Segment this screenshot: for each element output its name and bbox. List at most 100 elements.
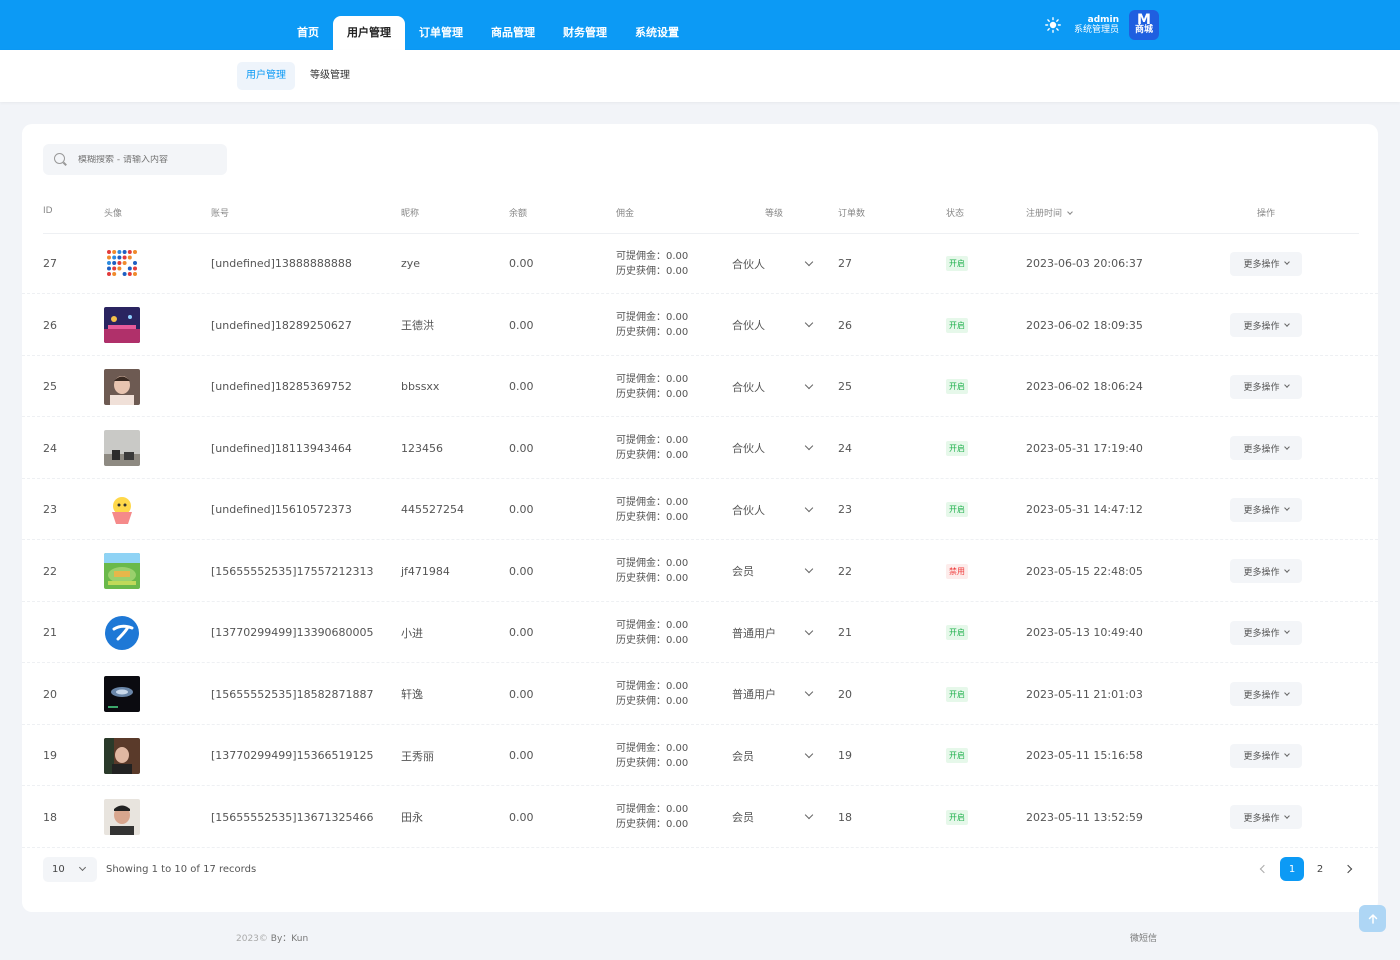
level-value: 普通用户 bbox=[732, 626, 776, 640]
history-value: 0.00 bbox=[666, 327, 689, 338]
status-badge[interactable]: 禁用 bbox=[946, 563, 968, 579]
app-logo[interactable]: M 商城 bbox=[1129, 10, 1160, 40]
row-nickname: 王秀丽 bbox=[401, 749, 434, 763]
withdrawable-value: 0.00 bbox=[666, 619, 689, 631]
avatar[interactable] bbox=[104, 664, 140, 725]
more-actions-label: 更多操作 bbox=[1243, 506, 1280, 516]
more-actions-label: 更多操作 bbox=[1243, 690, 1280, 701]
subtab-0[interactable]: 用户管理 bbox=[237, 62, 295, 90]
page-button-1[interactable]: 1 bbox=[1280, 857, 1304, 881]
nav-item-3[interactable]: 商品管理 bbox=[477, 16, 549, 50]
more-actions-button[interactable]: 更多操作 bbox=[1230, 374, 1302, 399]
status-badge[interactable]: 开启 bbox=[946, 809, 968, 825]
avatar[interactable] bbox=[104, 418, 140, 479]
table-row: 23 [undefined]15610572373 445527254 0.00 可提佣… bbox=[22, 479, 1378, 540]
row-balance: 0.00 bbox=[509, 257, 534, 270]
back-to-top-button[interactable] bbox=[1359, 905, 1386, 932]
status-badge[interactable]: 开启 bbox=[946, 502, 968, 517]
user-table-card: ID 头像 账号 昵称 余额 佣金 等级 订单数 状态 注册时间 操作 27 [u… bbox=[22, 124, 1378, 912]
nav-item-1[interactable]: 用户管理 bbox=[333, 16, 405, 50]
next-page-button[interactable] bbox=[1336, 857, 1360, 881]
row-id: 27 bbox=[43, 257, 57, 270]
user-info[interactable]: admin 系统管理员 bbox=[1074, 15, 1119, 35]
history-commission: 历史获佣：0.00 bbox=[616, 264, 688, 279]
status-badge[interactable]: 开启 bbox=[946, 379, 968, 394]
row-commission: 可提佣金：0.00 历史获佣：0.00 bbox=[616, 664, 688, 725]
level-select[interactable]: 合伙人 bbox=[732, 356, 814, 417]
arrow-up-icon bbox=[1368, 913, 1377, 924]
row-id: 24 bbox=[43, 441, 57, 455]
level-value: 合伙人 bbox=[732, 257, 765, 271]
more-actions-button[interactable]: 更多操作 bbox=[1230, 313, 1302, 337]
subtab-1[interactable]: 等级管理 bbox=[301, 62, 359, 90]
sort-chevron-icon bbox=[1067, 209, 1073, 215]
page-button-2[interactable]: 2 bbox=[1308, 857, 1332, 881]
theme-toggle-sun-icon[interactable] bbox=[1044, 16, 1062, 34]
status-badge[interactable]: 开启 bbox=[946, 256, 968, 271]
level-select[interactable]: 合伙人 bbox=[732, 479, 814, 540]
more-actions-label: 更多操作 bbox=[1243, 321, 1280, 332]
row-regtime: 2023-05-15 22:48:05 bbox=[1026, 564, 1143, 578]
row-nickname: zye bbox=[401, 257, 421, 270]
row-nickname: 445527254 bbox=[401, 503, 464, 516]
more-actions-button[interactable]: 更多操作 bbox=[1230, 682, 1302, 706]
avatar[interactable] bbox=[104, 479, 140, 540]
status-badge[interactable]: 开启 bbox=[946, 748, 968, 763]
page-size-select[interactable]: 10 bbox=[43, 857, 97, 882]
more-actions-button[interactable]: 更多操作 bbox=[1230, 620, 1302, 645]
status-badge[interactable]: 开启 bbox=[946, 317, 968, 333]
level-select[interactable]: 合伙人 bbox=[732, 295, 814, 356]
table-header: ID 头像 账号 昵称 余额 佣金 等级 订单数 状态 注册时间 操作 bbox=[22, 206, 1378, 224]
withdrawable-label: 可提佣金： bbox=[616, 496, 666, 508]
status-badge[interactable]: 开启 bbox=[946, 440, 968, 456]
level-select[interactable]: 会员 bbox=[732, 541, 814, 602]
row-commission: 可提佣金：0.00 历史获佣：0.00 bbox=[616, 541, 688, 602]
level-select[interactable]: 会员 bbox=[732, 787, 814, 848]
history-value: 0.00 bbox=[666, 634, 689, 646]
nav-item-2[interactable]: 订单管理 bbox=[405, 16, 477, 50]
avatar[interactable] bbox=[104, 356, 140, 417]
avatar[interactable] bbox=[104, 787, 140, 848]
level-value: 合伙人 bbox=[732, 442, 765, 455]
avatar-image bbox=[104, 307, 140, 343]
chevron-down-icon bbox=[78, 863, 87, 872]
more-actions-button[interactable]: 更多操作 bbox=[1230, 743, 1302, 768]
withdrawable-commission: 可提佣金：0.00 bbox=[616, 433, 688, 448]
more-actions-button[interactable]: 更多操作 bbox=[1230, 805, 1302, 829]
row-orders: 25 bbox=[838, 380, 852, 393]
level-select[interactable]: 普通用户 bbox=[732, 602, 814, 663]
prev-page-button[interactable] bbox=[1252, 857, 1276, 881]
avatar[interactable] bbox=[104, 233, 140, 294]
more-actions-button[interactable]: 更多操作 bbox=[1230, 436, 1302, 460]
nav-item-5[interactable]: 系统设置 bbox=[621, 16, 693, 50]
withdrawable-label: 可提佣金： bbox=[616, 312, 666, 323]
level-select[interactable]: 普通用户 bbox=[732, 664, 814, 725]
chevron-down-icon bbox=[804, 318, 814, 328]
avatar[interactable] bbox=[104, 295, 140, 356]
search-box[interactable] bbox=[43, 144, 227, 175]
more-actions-button[interactable]: 更多操作 bbox=[1230, 497, 1302, 522]
header-commission: 佣金 bbox=[616, 209, 635, 219]
nav-item-0[interactable]: 首页 bbox=[283, 16, 333, 50]
more-actions-label: 更多操作 bbox=[1243, 567, 1280, 578]
row-id: 26 bbox=[43, 318, 57, 332]
level-select[interactable]: 合伙人 bbox=[732, 418, 814, 479]
nav-item-4[interactable]: 财务管理 bbox=[549, 16, 621, 50]
avatar[interactable] bbox=[104, 725, 140, 786]
row-regtime: 2023-06-03 20:06:37 bbox=[1026, 257, 1143, 270]
avatar[interactable] bbox=[104, 541, 140, 602]
chevron-down-icon bbox=[1283, 751, 1290, 757]
level-select[interactable]: 会员 bbox=[732, 725, 814, 786]
more-actions-button[interactable]: 更多操作 bbox=[1230, 251, 1302, 276]
history-commission: 历史获佣：0.00 bbox=[616, 571, 688, 586]
search-input[interactable] bbox=[78, 154, 218, 165]
level-select[interactable]: 合伙人 bbox=[732, 233, 814, 294]
more-actions-button[interactable]: 更多操作 bbox=[1230, 559, 1302, 583]
chevron-down-icon bbox=[804, 749, 814, 758]
status-badge[interactable]: 开启 bbox=[946, 686, 968, 702]
history-value: 0.00 bbox=[666, 450, 689, 461]
status-badge[interactable]: 开启 bbox=[946, 625, 968, 640]
header-regtime-sort[interactable]: 注册时间 bbox=[1026, 206, 1073, 219]
avatar[interactable] bbox=[104, 602, 140, 663]
history-value: 0.00 bbox=[666, 696, 689, 707]
